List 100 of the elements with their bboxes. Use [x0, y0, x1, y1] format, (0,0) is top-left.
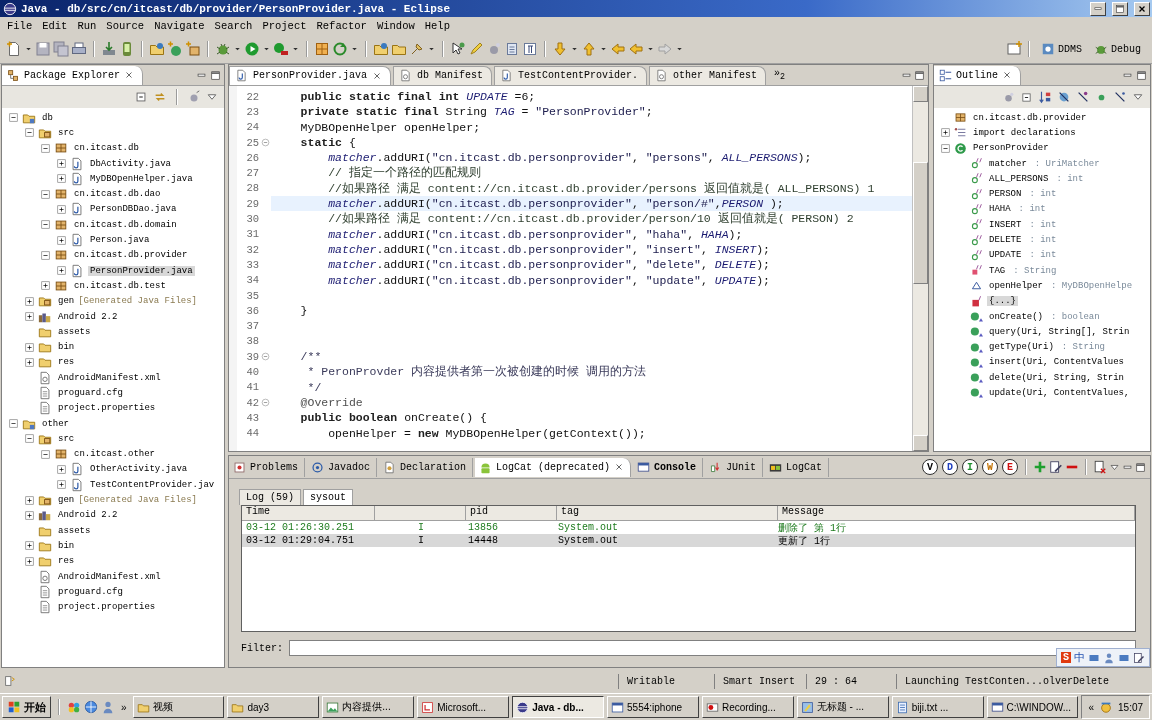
- outline-item[interactable]: UPDATE: [987, 250, 1024, 261]
- tree-item[interactable]: assets: [56, 326, 93, 337]
- column-header[interactable]: Time: [242, 506, 375, 520]
- tree-item[interactable]: gen: [56, 495, 77, 506]
- menu-item[interactable]: Window: [371, 20, 420, 32]
- tree-item[interactable]: project.properties: [56, 403, 158, 414]
- taskbar-button[interactable]: Java - db...: [512, 696, 604, 718]
- minimize-button[interactable]: [1090, 1, 1106, 16]
- tree-item[interactable]: cn.itcast.db: [72, 143, 141, 154]
- ime-mode-button[interactable]: 中: [1074, 650, 1085, 665]
- tree-item[interactable]: cn.itcast.other: [72, 449, 157, 460]
- view-tab[interactable]: Console: [633, 457, 704, 477]
- close-button[interactable]: [1134, 1, 1150, 16]
- taskbar-button[interactable]: day3: [227, 696, 320, 718]
- outline-item[interactable]: ALL_PERSONS: [987, 173, 1051, 184]
- more-tabs-button[interactable]: »$_{2}$: [774, 68, 786, 82]
- tree-item[interactable]: Person.java: [88, 235, 152, 245]
- taskbar-button[interactable]: 5554:iphone: [607, 696, 699, 718]
- collapse-toggle-icon[interactable]: [8, 418, 19, 430]
- outline-item[interactable]: DELETE: [987, 235, 1024, 245]
- collapse-all-icon[interactable]: [134, 90, 148, 104]
- tree-item[interactable]: src: [56, 127, 77, 138]
- fold-icon[interactable]: [260, 138, 270, 148]
- tree-item[interactable]: proguard.cfg: [56, 586, 125, 597]
- view-tab[interactable]: Problems: [229, 457, 305, 477]
- globe-icon[interactable]: [84, 700, 98, 714]
- menu-item[interactable]: Refactor: [311, 20, 372, 32]
- outline-item[interactable]: getType(Uri): [987, 342, 1056, 353]
- person-icon[interactable]: [1103, 651, 1115, 664]
- view-tab[interactable]: Javadoc: [307, 457, 378, 477]
- tree-item[interactable]: cn.itcast.db.provider: [72, 250, 190, 261]
- open-folder-icon[interactable]: [373, 41, 389, 57]
- menu-item[interactable]: Navigate: [149, 20, 210, 32]
- view-tab[interactable]: Outline: [934, 65, 1021, 85]
- editor-tab[interactable]: db Manifest: [393, 65, 493, 85]
- outline-item[interactable]: TAG: [987, 265, 1008, 276]
- tree-item[interactable]: OtherActivity.java: [88, 464, 190, 475]
- menu-item[interactable]: Help: [419, 20, 455, 32]
- outline-item[interactable]: delete(Uri, String, Strin: [987, 372, 1127, 383]
- vertical-scrollbar[interactable]: [912, 86, 928, 451]
- outline-item[interactable]: PersonProvider: [971, 143, 1051, 154]
- perspective-button[interactable]: DDMS: [1035, 39, 1087, 59]
- view-tab[interactable]: LogCat: [765, 457, 830, 477]
- expand-toggle-icon[interactable]: [24, 540, 35, 552]
- expand-toggle-icon[interactable]: [24, 295, 35, 307]
- maximize-icon[interactable]: [1135, 461, 1146, 473]
- menu-item[interactable]: Project: [257, 20, 312, 32]
- tree-item[interactable]: res: [56, 556, 77, 567]
- log-row[interactable]: 03-12 01:29:04.751 I 14448 System.out 更新了 1行: [242, 534, 1135, 547]
- tree-item[interactable]: cn.itcast.db.dao: [72, 189, 163, 200]
- maximize-icon[interactable]: [1136, 69, 1147, 81]
- show-hidden-icons-button[interactable]: «: [1088, 701, 1095, 713]
- close-icon[interactable]: [614, 462, 625, 472]
- view-menu-icon[interactable]: [1132, 91, 1144, 103]
- maximize-icon[interactable]: [914, 69, 925, 81]
- outline-item[interactable]: PERSON: [987, 189, 1024, 200]
- collapse-toggle-icon[interactable]: [40, 142, 51, 154]
- menu-item[interactable]: Run: [72, 20, 102, 32]
- close-icon[interactable]: [1002, 70, 1012, 80]
- taskbar-button[interactable]: 视频: [132, 696, 225, 718]
- outline-item[interactable]: HAHA: [987, 204, 1013, 215]
- taskbar-button[interactable]: biji.txt ...: [891, 696, 984, 718]
- expand-toggle-icon[interactable]: [56, 158, 67, 170]
- editor-tab[interactable]: TestContentProvider.: [494, 65, 648, 85]
- column-header[interactable]: pid: [466, 506, 557, 520]
- view-menu-icon[interactable]: [206, 91, 218, 103]
- close-icon[interactable]: [124, 70, 134, 80]
- collapse-toggle-icon[interactable]: [24, 127, 35, 139]
- expand-toggle-icon[interactable]: [56, 479, 67, 491]
- expand-toggle-icon[interactable]: [56, 463, 67, 475]
- view-tab[interactable]: Package Explorer: [2, 65, 143, 85]
- clear-log-icon[interactable]: [1093, 460, 1107, 474]
- tree-item[interactable]: res: [56, 357, 77, 368]
- tree-item[interactable]: DbActivity.java: [88, 158, 173, 169]
- outline-item[interactable]: cn.itcast.db.provider: [971, 112, 1089, 123]
- tree-item[interactable]: cn.itcast.db.domain: [72, 219, 179, 230]
- open-perspective-icon[interactable]: [1005, 41, 1022, 57]
- tree-item[interactable]: Android 2.2: [56, 311, 120, 322]
- new-package-icon[interactable]: [185, 41, 201, 57]
- taskbar-button[interactable]: C:\WINDOW...: [986, 696, 1079, 718]
- fold-icon[interactable]: [260, 398, 270, 408]
- edit-icon[interactable]: [1049, 460, 1063, 474]
- expand-toggle-icon[interactable]: [24, 509, 35, 521]
- expand-toggle-icon[interactable]: [940, 127, 951, 139]
- edit-icon[interactable]: [1133, 651, 1145, 664]
- collapse-toggle-icon[interactable]: [40, 219, 51, 231]
- scroll-thumb[interactable]: [913, 162, 928, 284]
- expand-toggle-icon[interactable]: [24, 341, 35, 353]
- menu-item[interactable]: File: [2, 20, 38, 32]
- log-tab[interactable]: sysout: [303, 489, 354, 505]
- bug-icon[interactable]: [215, 41, 231, 57]
- tree-item[interactable]: Android 2.2: [56, 510, 120, 521]
- expand-toggle-icon[interactable]: [56, 265, 67, 277]
- outline-item[interactable]: openHelper: [987, 280, 1045, 291]
- tree-item[interactable]: cn.itcast.db.test: [72, 280, 168, 291]
- hide-local-icon[interactable]: [1113, 90, 1127, 104]
- expand-toggle-icon[interactable]: [24, 494, 35, 506]
- outline-item[interactable]: {...}: [987, 296, 1018, 307]
- outline-item[interactable]: update(Uri, ContentValues,: [987, 388, 1132, 398]
- open-folder-icon[interactable]: [149, 41, 165, 57]
